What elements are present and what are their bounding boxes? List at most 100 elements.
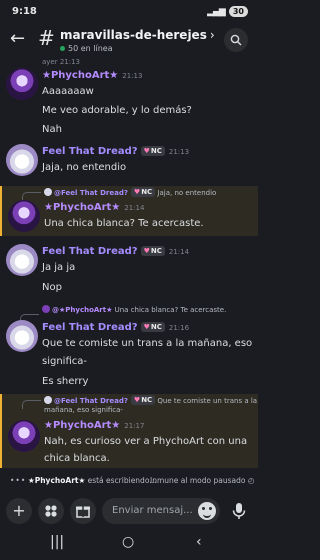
chevron-right-icon: › [209, 28, 215, 42]
message-author[interactable]: ★PhychoArt★ 21:14 [44, 202, 144, 213]
role-tag-text: NC [141, 188, 153, 196]
reply-connector [22, 400, 41, 409]
reply-preview[interactable]: @Feel That Dread? ♥NC Que te comiste un t… [44, 395, 257, 405]
message-text: significa- [42, 356, 87, 367]
channel-name-text: maravillas-de-herejes [60, 28, 207, 42]
author-name: ★PhychoArt★ [44, 202, 121, 213]
typing-text: ★PhychoArt★ está escribiendo... [28, 476, 156, 485]
message-text: Nop [42, 282, 62, 293]
slowmode-text: Inmune al modo pausado [150, 476, 246, 485]
author-name: Feel That Dread? [42, 146, 138, 157]
message-list[interactable]: ayer 21:13 ★PhychoArt★ 21:13 Aaaaaaaw Me … [0, 58, 258, 468]
gift-button[interactable] [70, 498, 96, 524]
message-text: Nah, es curioso ver a PhychoArt con una [44, 436, 248, 447]
status-bar: 9:18 ▂▄▆ 30 [0, 0, 258, 24]
author-name: Feel That Dread? [42, 246, 138, 257]
recent-apps-icon[interactable]: ||| [50, 534, 64, 550]
voice-message-button[interactable] [226, 498, 252, 524]
message-composer: + Enviar mensaj... [0, 494, 258, 528]
channel-name[interactable]: maravillas-de-herejes › [60, 28, 215, 42]
heart-icon: ♥ [133, 396, 141, 404]
role-tag: ♥NC [130, 187, 156, 197]
message-time: 21:14 [124, 204, 145, 212]
nav-back-icon[interactable]: ‹ [196, 534, 202, 550]
message-author[interactable]: Feel That Dread? ♥NC 21:13 [42, 146, 189, 157]
message-input[interactable]: Enviar mensaj... [102, 498, 220, 524]
gift-icon [76, 506, 90, 518]
typing-indicator: ••• ★PhychoArt★ está escribiendo... Inmu… [0, 472, 258, 490]
reply-author: @Feel That Dread? [54, 397, 128, 405]
typing-status: está escribiendo... [87, 476, 157, 485]
message-author[interactable]: ★PhychoArt★ 21:17 [44, 420, 144, 431]
channel-header: ← # maravillas-de-herejes › 50 en línea [0, 24, 258, 58]
typing-dots-icon: ••• [10, 476, 27, 485]
signal-icon: ▂▄▆ [207, 6, 226, 17]
status-icons: ▂▄▆ 30 [207, 6, 248, 17]
search-button[interactable] [224, 28, 248, 52]
message-time: 21:13 [122, 72, 143, 80]
reply-author: @Feel That Dread? [54, 189, 128, 197]
message-time: 21:13 [168, 148, 190, 156]
slowmode-status: Inmune al modo pausado ◴ [150, 476, 254, 485]
message-text: Me veo adorable, y lo demás? [42, 105, 192, 116]
avatar[interactable] [6, 244, 38, 276]
timer-icon: ◴ [247, 476, 255, 485]
back-arrow-icon[interactable]: ← [10, 30, 25, 48]
reply-text: Jaja, no entendio [157, 189, 217, 197]
reply-avatar [44, 188, 52, 196]
reply-preview[interactable]: @Feel That Dread? ♥NC Jaja, no entendio [44, 187, 216, 197]
avatar[interactable] [6, 320, 38, 352]
avatar[interactable] [6, 68, 38, 100]
message-text: chica blanca. [44, 453, 110, 464]
author-name: ★PhychoArt★ [44, 420, 121, 431]
role-tag: ♥NC [140, 146, 165, 156]
avatar[interactable] [6, 144, 38, 176]
message-item-mention[interactable]: @Feel That Dread? ♥NC Que te comiste un t… [0, 394, 258, 468]
emoji-icon[interactable] [198, 502, 216, 520]
online-dot-icon [60, 46, 65, 51]
search-icon [230, 34, 242, 46]
reply-author: @★PhychoArt★ [52, 306, 113, 314]
heart-icon: ♥ [143, 323, 150, 331]
role-tag-text: NC [150, 147, 162, 155]
message-text: Es sherry [42, 376, 89, 387]
author-name: ★PhychoArt★ [42, 70, 119, 81]
message-text: Que te comiste un trans a la mañana, eso [42, 338, 253, 349]
apps-icon [45, 505, 57, 517]
message-text: Jaja, no entendio [42, 162, 127, 173]
message-author[interactable]: ★PhychoArt★ 21:13 [42, 70, 142, 81]
message-item-mention[interactable]: @Feel That Dread? ♥NC Jaja, no entendio ★… [0, 186, 258, 236]
message-input-placeholder: Enviar mensaj... [112, 505, 193, 516]
message-item[interactable]: Feel That Dread? ♥NC 21:14 Ja ja ja Nop [0, 242, 258, 300]
avatar[interactable] [8, 200, 40, 232]
message-author[interactable]: Feel That Dread? ♥NC 21:16 [42, 322, 189, 333]
message-author[interactable]: Feel That Dread? ♥NC 21:14 [42, 246, 189, 257]
hash-icon: # [38, 26, 55, 50]
system-nav-bar: ||| ○ ‹ [0, 528, 258, 560]
reply-avatar [44, 396, 52, 404]
add-attachment-button[interactable]: + [6, 498, 32, 524]
author-name: Feel That Dread? [42, 322, 138, 333]
reply-text: Que te comiste un trans a la [157, 397, 258, 405]
typing-user: ★PhychoArt★ [28, 476, 86, 485]
message-text: Una chica blanca? Te acercaste. [44, 218, 204, 229]
reply-avatar [42, 305, 50, 313]
avatar[interactable] [8, 420, 40, 452]
message-item[interactable]: Feel That Dread? ♥NC 21:13 Jaja, no entend… [0, 142, 258, 186]
message-item[interactable]: ★PhychoArt★ 21:13 Aaaaaaaw Me veo adorabl… [0, 62, 258, 140]
message-item[interactable]: @★PhychoArt★ Una chica blanca? Te acerca… [0, 304, 258, 387]
status-time: 9:18 [12, 6, 37, 17]
heart-icon: ♥ [133, 188, 141, 196]
online-count: 50 en línea [60, 44, 113, 53]
message-time: 21:17 [124, 422, 145, 430]
mic-icon [232, 503, 246, 519]
apps-button[interactable] [38, 498, 64, 524]
role-tag: ♥NC [140, 246, 165, 256]
heart-icon: ♥ [143, 147, 150, 155]
role-tag: ♥NC [140, 322, 165, 332]
battery-icon: 30 [228, 6, 248, 17]
role-tag-text: NC [150, 323, 162, 331]
plus-icon: + [12, 501, 26, 520]
home-icon[interactable]: ○ [122, 534, 134, 550]
reply-preview[interactable]: @★PhychoArt★ Una chica blanca? Te acerca… [42, 305, 226, 314]
